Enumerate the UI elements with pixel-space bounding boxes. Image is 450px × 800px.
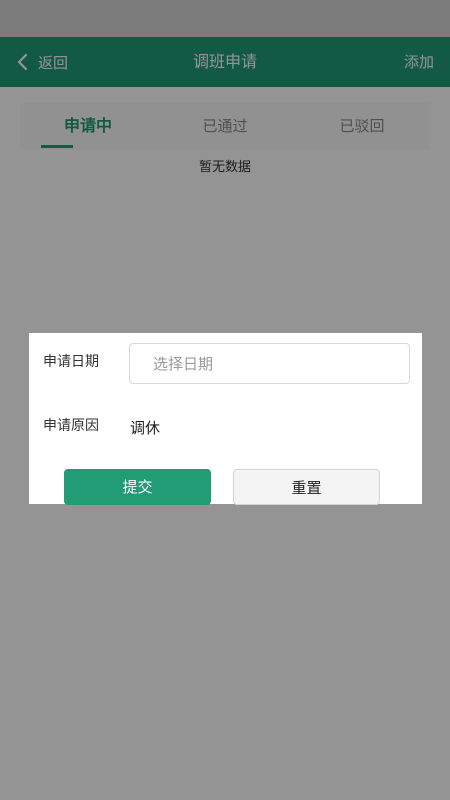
screen: 调班申请 返回 添加 申请中 已通过 已驳回 暂无数据 申请日期 申请原因 调休… (0, 0, 450, 800)
date-field[interactable] (129, 343, 410, 384)
date-label: 申请日期 (43, 354, 99, 370)
submit-button[interactable]: 提交 (64, 469, 211, 505)
reset-button[interactable]: 重置 (233, 469, 380, 505)
apply-dialog: 申请日期 申请原因 调休 提交 重置 (29, 333, 422, 505)
reason-label: 申请原因 (43, 418, 99, 434)
reason-value[interactable]: 调休 (130, 417, 160, 438)
